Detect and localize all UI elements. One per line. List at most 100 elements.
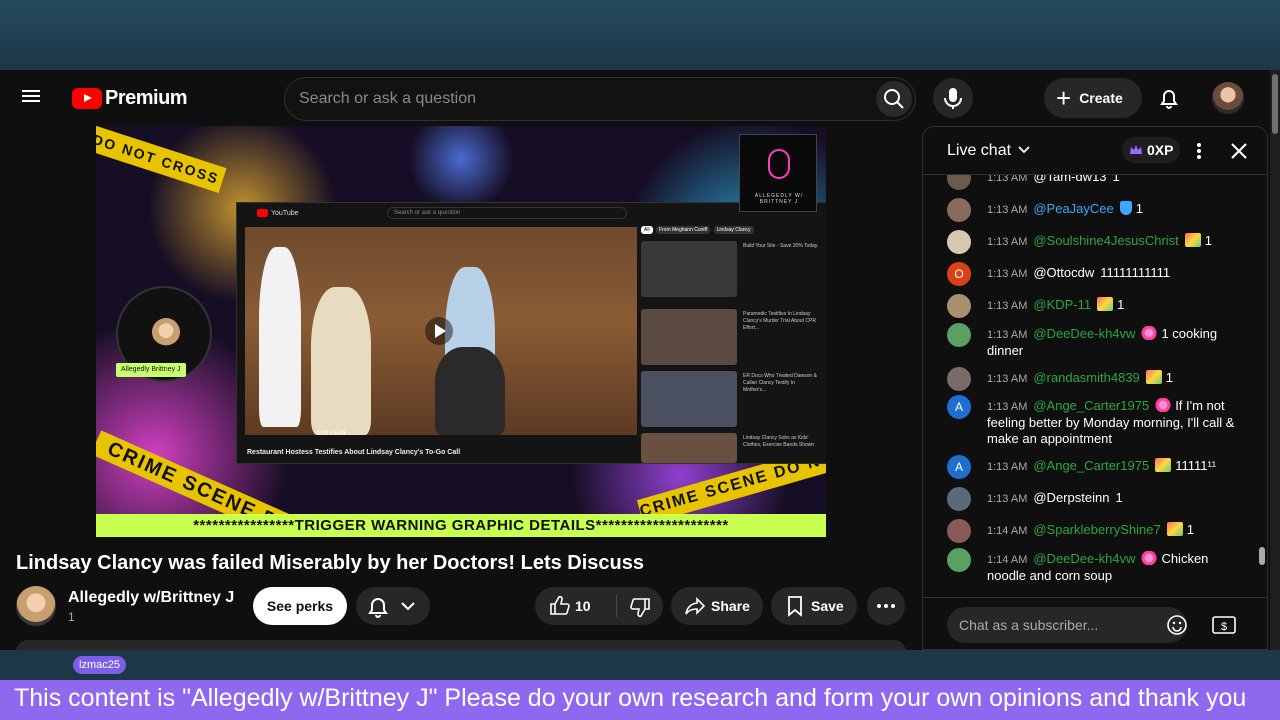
like-button[interactable]: 10: [535, 587, 613, 625]
chat-message-body: 1:13 AM @DeeDee-kh4vw 1 cooking dinner: [987, 326, 1247, 359]
voice-search-button[interactable]: [933, 78, 973, 118]
courtroom-frame: [245, 227, 637, 435]
live-chat-title[interactable]: Live chat: [947, 142, 1011, 160]
embedded-caption: Restaurant Hostess Testifies About Linds…: [247, 449, 461, 456]
chat-author-name[interactable]: @KDP-11: [1033, 297, 1091, 312]
subscriber-count: 1: [68, 610, 75, 624]
bell-icon: [1160, 90, 1178, 109]
chat-author-name[interactable]: @DeeDee-kh4vw: [1033, 551, 1135, 566]
video-player[interactable]: DO NOT CROSS CRIME SCENE DO CRIME SCENE …: [96, 126, 826, 537]
chat-author-avatar[interactable]: [947, 323, 971, 347]
notifications-button[interactable]: [1151, 80, 1187, 116]
chat-message: 1:14 AM @DeeDee-kh4vw Chicken noodle and c…: [947, 548, 1247, 584]
embedded-header: YouTube Search or ask a question: [237, 203, 826, 223]
chat-message-text: 11111111111: [1100, 265, 1171, 280]
save-label: Save: [811, 598, 844, 614]
chat-author-avatar[interactable]: [947, 519, 971, 543]
search-box: [284, 77, 916, 121]
chat-author-name[interactable]: @Derpsteinn: [1033, 490, 1109, 505]
chat-author-avatar[interactable]: [947, 198, 971, 222]
verified-badge-icon: [1119, 201, 1132, 215]
chat-author-name[interactable]: @Ottocdw: [1033, 265, 1094, 280]
account-avatar[interactable]: [1212, 82, 1244, 114]
chevron-down-icon[interactable]: [1017, 143, 1031, 157]
chat-message-body: 1:13 AM @Ange_Carter1975 If I'm not feelin…: [987, 398, 1247, 447]
chat-message-body: 1:13 AM @Tam-dw13 1: [987, 175, 1247, 186]
search-input[interactable]: [299, 78, 859, 120]
chat-timestamp: 1:14 AM: [987, 554, 1028, 566]
more-actions-button[interactable]: [867, 587, 905, 625]
chat-author-name[interactable]: @Ange_Carter1975: [1033, 398, 1149, 413]
youtube-play-icon: [72, 87, 102, 109]
embedded-side-title: Paramedic Testifies In Lindsay Clancy's …: [743, 311, 816, 331]
member-badge-icon: [1097, 297, 1114, 311]
chat-author-avatar[interactable]: [947, 367, 971, 391]
save-button[interactable]: Save: [771, 587, 857, 625]
embedded-thumb: [641, 309, 737, 365]
like-count: 10: [575, 598, 591, 614]
chat-messages: 1:13 AM @Tam-dw13 1 1:13 AM @PeaJayCee 1 1:13 …: [923, 175, 1267, 597]
chat-author-avatar[interactable]: [947, 548, 971, 572]
chat-message-body: 1:14 AM @SparkleberryShine7 1: [987, 522, 1247, 539]
subscription-notification-button[interactable]: [356, 587, 430, 625]
chat-message-text: 1: [1117, 297, 1125, 312]
chat-input-area: $: [923, 597, 1267, 649]
create-button[interactable]: + Create: [1044, 78, 1142, 118]
logo-text: Premium: [105, 86, 188, 109]
embedded-logo: YouTube: [271, 209, 299, 217]
chat-author-name[interactable]: @Soulshine4JesusChrist: [1033, 233, 1178, 248]
channel-avatar[interactable]: [16, 586, 56, 626]
guide-menu-button[interactable]: [22, 87, 50, 109]
chat-author-avatar[interactable]: [947, 294, 971, 318]
chat-author-name[interactable]: @SparkleberryShine7: [1033, 522, 1160, 537]
chat-message: 1:13 AM @Derpsteinn 1: [947, 487, 1247, 511]
crime-tape-top: DO NOT CROSS: [96, 126, 227, 193]
dislike-button[interactable]: [619, 587, 663, 625]
chat-message-body: 1:13 AM @randasmith4839 1: [987, 370, 1247, 387]
chat-author-avatar[interactable]: A: [947, 395, 971, 419]
member-badge-icon: [1145, 370, 1162, 384]
like-divider: [616, 595, 617, 617]
chat-message-body: 1:13 AM @Soulshine4JesusChrist 1: [987, 233, 1247, 250]
stream-top-band: [0, 0, 1280, 70]
chat-author-avatar[interactable]: [947, 487, 971, 511]
xp-badge[interactable]: 0XP: [1122, 137, 1180, 163]
chat-author-name[interactable]: @DeeDee-kh4vw: [1033, 326, 1135, 341]
emoji-icon[interactable]: [1165, 613, 1189, 637]
channel-name[interactable]: Allegedly w/Brittney J: [68, 589, 234, 607]
page-scrollbar[interactable]: [1270, 70, 1280, 650]
chat-message-text: 1: [1204, 233, 1213, 248]
page-scroll-thumb[interactable]: [1272, 74, 1278, 134]
chat-message-text: 1: [1165, 370, 1174, 385]
chat-author-name[interactable]: @Tam-dw13: [1033, 175, 1106, 184]
chat-timestamp: 1:13 AM: [987, 204, 1028, 216]
embedded-thumb: [641, 241, 737, 297]
chat-author-avatar[interactable]: A: [947, 455, 971, 479]
chat-message: 1:13 AM @KDP-11 1: [947, 294, 1247, 318]
youtube-logo[interactable]: Premium: [72, 86, 188, 110]
chat-message: 1:13 AM @Soulshine4JesusChrist 1: [947, 230, 1247, 254]
more-vertical-icon[interactable]: [1189, 140, 1209, 162]
chat-scrollbar[interactable]: [1259, 547, 1265, 565]
chat-author-avatar[interactable]: [947, 230, 971, 254]
chat-input[interactable]: [947, 607, 1187, 643]
see-perks-button[interactable]: See perks: [253, 587, 347, 625]
chat-message-text: 1: [1115, 490, 1123, 505]
video-title: Lindsay Clancy was failed Miserably by h…: [16, 552, 644, 574]
chat-author-name[interactable]: @PeaJayCee: [1033, 201, 1113, 216]
chat-author-name[interactable]: @Ange_Carter1975: [1033, 458, 1149, 473]
chat-message-text: 11111¹¹: [1175, 458, 1217, 473]
chat-message: A 1:13 AM @Ange_Carter1975 11111¹¹: [947, 455, 1247, 479]
microphone-icon: [944, 88, 962, 109]
search-button[interactable]: [876, 81, 912, 117]
share-button[interactable]: Share: [671, 587, 763, 625]
ticker-text: This content is "Allegedly w/Brittney J"…: [14, 684, 1247, 712]
chat-author-name[interactable]: @randasmith4839: [1033, 370, 1139, 385]
super-chat-icon[interactable]: $: [1211, 613, 1237, 637]
host-cam-label: Allegedly Brittney J: [116, 363, 186, 377]
close-icon[interactable]: [1228, 140, 1250, 162]
embedded-side-title: ER Docs Who Treated Dawson & Callan Clan…: [743, 373, 817, 393]
embedded-side-title: Build Your Site - Save 20% Today.: [743, 243, 819, 249]
chat-author-avatar[interactable]: [947, 175, 971, 190]
chat-author-avatar[interactable]: O: [947, 262, 971, 286]
